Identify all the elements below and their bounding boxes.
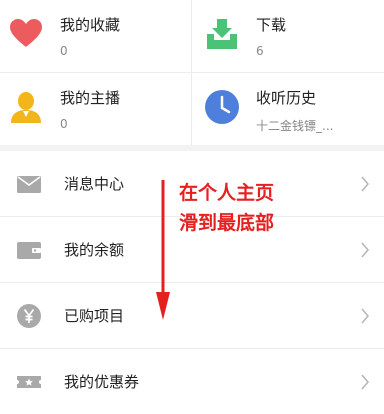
menu-item-label: 消息中心 <box>64 175 125 193</box>
menu-item-label: 已购项目 <box>64 307 125 325</box>
scroll-annotation: 在个人主页 滑到最底部 <box>155 170 345 320</box>
history-tile[interactable]: 收听历史 十二金钱镖_... <box>192 73 384 145</box>
annotation-line-2: 滑到最底部 <box>179 212 275 234</box>
down-arrow-icon <box>156 180 170 320</box>
favorites-title: 我的收藏 <box>60 16 121 34</box>
person-icon <box>11 92 41 123</box>
favorites-count: 0 <box>60 44 68 58</box>
clock-icon <box>205 90 239 124</box>
download-icon <box>207 19 237 49</box>
grid-horizontal-divider <box>0 72 384 73</box>
annotation-line-1: 在个人主页 <box>179 182 275 204</box>
menu-item-label: 我的余额 <box>64 241 125 259</box>
heart-icon <box>10 19 42 47</box>
chevron-right-icon <box>361 308 369 324</box>
history-last-played: 十二金钱镖_... <box>256 119 334 133</box>
downloads-tile[interactable]: 下载 6 <box>192 0 384 72</box>
wallet-icon <box>17 242 41 259</box>
menu-item-coupons[interactable]: 我的优惠券 <box>0 349 384 414</box>
menu-item-label: 我的优惠券 <box>64 373 140 391</box>
quick-access-grid: 我的收藏 0 下载 6 我的主播 0 收听历史 十二金钱镖_... <box>0 0 384 145</box>
my-anchor-title: 我的主播 <box>60 89 121 107</box>
yuan-coin-icon <box>17 304 41 328</box>
my-anchor-tile[interactable]: 我的主播 0 <box>0 73 192 145</box>
downloads-title: 下载 <box>256 16 287 34</box>
history-title: 收听历史 <box>256 89 317 107</box>
message-icon <box>17 176 41 193</box>
chevron-right-icon <box>361 374 369 390</box>
coupon-icon <box>17 376 41 388</box>
chevron-right-icon <box>361 176 369 192</box>
chevron-right-icon <box>361 242 369 258</box>
downloads-count: 6 <box>256 44 264 58</box>
favorites-tile[interactable]: 我的收藏 0 <box>0 0 192 72</box>
my-anchor-count: 0 <box>60 117 68 131</box>
